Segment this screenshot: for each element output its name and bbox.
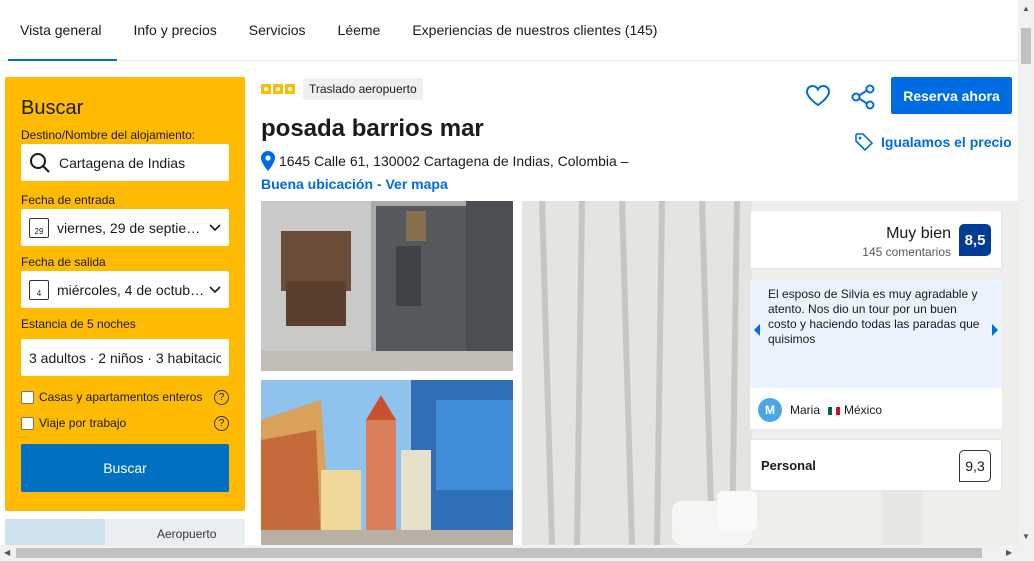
- star-icon: [273, 84, 283, 94]
- search-icon: [30, 152, 50, 173]
- rating-card[interactable]: Muy bien 145 comentarios 8,5: [750, 210, 1002, 269]
- price-match-link[interactable]: Igualamos el precio: [855, 133, 1012, 151]
- country-name: México: [844, 403, 883, 417]
- address-text: 1645 Calle 61, 130002 Cartagena de India…: [279, 153, 629, 169]
- guests-field[interactable]: 3 adultos · 2 niños · 3 habitacion: [21, 339, 229, 376]
- guests-value: 3 adultos · 2 niños · 3 habitacion: [29, 349, 221, 366]
- work-trip-checkbox[interactable]: [21, 416, 34, 430]
- author-country: México: [828, 403, 882, 417]
- vertical-scrollbar[interactable]: ▲ ▼: [1018, 0, 1034, 545]
- photo-lobby-image: [261, 201, 513, 371]
- destination-label: Destino/Nombre del alojamiento:: [21, 128, 196, 142]
- review-card: El esposo de Silvia es muy agradable y a…: [750, 279, 1002, 429]
- calendar-day: 29: [34, 226, 44, 236]
- tab-services[interactable]: Servicios: [233, 0, 322, 60]
- review-quote: El esposo de Silvia es muy agradable y a…: [750, 279, 1002, 388]
- staff-rating-card: Personal 9,3: [750, 439, 1002, 491]
- map-thumbnail[interactable]: Aeropuerto: [5, 519, 245, 545]
- search-title: Buscar: [21, 97, 84, 119]
- scroll-right-arrow[interactable]: ▶: [1006, 548, 1012, 557]
- work-trip-checkbox-row[interactable]: Viaje por trabajo ?: [21, 410, 229, 436]
- star-icon: [261, 84, 271, 94]
- review-text: El esposo de Silvia es muy agradable y a…: [768, 287, 980, 346]
- checkin-label: Fecha de entrada: [21, 193, 116, 207]
- chevron-right-icon[interactable]: [990, 323, 1000, 337]
- photo-street[interactable]: [261, 380, 513, 545]
- chevron-left-icon[interactable]: [752, 323, 762, 337]
- avatar: M: [758, 398, 782, 422]
- checkin-value: viernes, 29 de septie…: [57, 219, 201, 236]
- help-icon[interactable]: ?: [214, 415, 229, 431]
- star-rating: [261, 84, 295, 94]
- horizontal-scroll-thumb[interactable]: [16, 548, 982, 558]
- photo-lobby[interactable]: [261, 201, 513, 371]
- map-airport-label: Aeropuerto: [157, 527, 217, 541]
- tab-reviews[interactable]: Experiencias de nuestros clientes (145): [396, 0, 673, 60]
- apartments-checkbox-row[interactable]: Casas y apartamentos enteros ?: [21, 384, 229, 410]
- checkout-field[interactable]: 4 miércoles, 4 de octub…: [21, 271, 229, 308]
- tab-overview[interactable]: Vista general: [4, 0, 118, 61]
- author-name: Maria: [790, 403, 821, 417]
- staff-score: 9,3: [959, 450, 991, 482]
- star-icon: [285, 84, 295, 94]
- location-pin-icon: [261, 151, 275, 171]
- share-icon[interactable]: [850, 84, 876, 110]
- destination-value: Cartagena de Indias: [59, 154, 186, 171]
- review-count: 145 comentarios: [862, 245, 951, 259]
- calendar-day: 4: [36, 288, 42, 298]
- photo-street-image: [261, 380, 513, 545]
- property-title: posada barrios mar: [261, 115, 484, 142]
- vertical-scroll-thumb[interactable]: [1021, 28, 1031, 64]
- stay-length-label: Estancia de 5 noches: [21, 317, 136, 331]
- checkout-label: Fecha de salida: [21, 255, 106, 269]
- help-icon[interactable]: ?: [214, 389, 229, 405]
- horizontal-scrollbar[interactable]: ◀ ▶: [0, 545, 1034, 561]
- work-trip-label: Viaje por trabajo: [39, 416, 127, 430]
- search-button[interactable]: Buscar: [21, 444, 229, 492]
- review-author: M Maria México: [758, 398, 882, 422]
- price-tag-icon: [855, 133, 873, 151]
- price-match-label: Igualamos el precio: [881, 134, 1012, 150]
- airport-shuttle-badge: Traslado aeropuerto: [303, 78, 423, 100]
- staff-label: Personal: [761, 458, 816, 473]
- checkin-field[interactable]: 29 viernes, 29 de septie…: [21, 209, 229, 246]
- checkout-value: miércoles, 4 de octub…: [57, 281, 205, 298]
- chevron-down-icon: [209, 223, 221, 231]
- mexico-flag-icon: [828, 406, 841, 415]
- apartments-label: Casas y apartamentos enteros: [39, 390, 203, 404]
- destination-field[interactable]: Cartagena de Indias: [21, 144, 229, 181]
- rating-word: Muy bien: [886, 225, 951, 242]
- search-panel: Buscar Destino/Nombre del alojamiento: C…: [5, 77, 245, 511]
- scroll-up-arrow[interactable]: ▲: [1022, 4, 1030, 13]
- heart-icon[interactable]: [805, 84, 831, 108]
- tab-readme[interactable]: Léeme: [322, 0, 397, 60]
- apartments-checkbox[interactable]: [21, 390, 34, 404]
- property-address: 1645 Calle 61, 130002 Cartagena de India…: [261, 151, 628, 171]
- rating-score-badge: 8,5: [959, 224, 991, 256]
- chevron-down-icon: [209, 285, 221, 293]
- reserve-now-button[interactable]: Reserva ahora: [891, 77, 1012, 114]
- scroll-down-arrow[interactable]: ▼: [1022, 532, 1030, 541]
- show-map-link[interactable]: Buena ubicación - Ver mapa: [261, 176, 448, 192]
- calendar-icon: 29: [29, 217, 49, 238]
- calendar-icon: 4: [29, 279, 49, 300]
- tab-info-prices[interactable]: Info y precios: [117, 0, 232, 60]
- tab-bar: Vista general Info y precios Servicios L…: [0, 0, 1018, 61]
- scroll-left-arrow[interactable]: ◀: [4, 548, 10, 557]
